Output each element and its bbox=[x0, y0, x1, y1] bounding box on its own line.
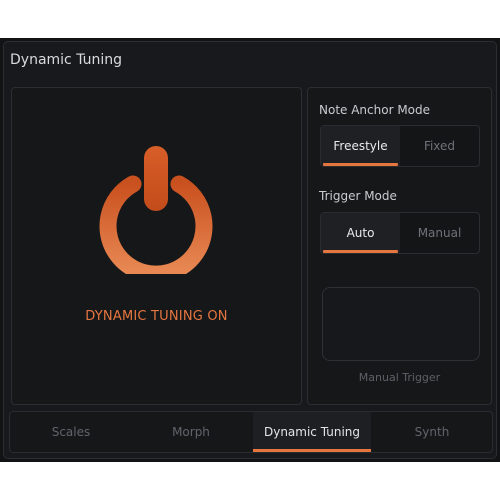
trigger-manual-button[interactable]: Manual bbox=[400, 213, 479, 253]
trigger-mode-toggle: Auto Manual bbox=[320, 212, 480, 254]
dynamic-tuning-window: Dynamic Tuning DYNAMIC TUNING ON Note An… bbox=[3, 41, 497, 459]
tab-morph[interactable]: Morph bbox=[132, 412, 250, 452]
mode-panel: Note Anchor Mode Freestyle Fixed Trigger… bbox=[307, 87, 492, 405]
note-anchor-fixed-button[interactable]: Fixed bbox=[400, 126, 479, 166]
tab-synth[interactable]: Synth bbox=[373, 412, 491, 452]
power-panel: DYNAMIC TUNING ON bbox=[11, 87, 302, 405]
window-title: Dynamic Tuning bbox=[10, 52, 123, 68]
app-frame: Dynamic Tuning DYNAMIC TUNING ON Note An… bbox=[0, 38, 500, 462]
manual-trigger-pad[interactable] bbox=[322, 287, 480, 361]
tab-dynamic-tuning[interactable]: Dynamic Tuning bbox=[253, 412, 371, 452]
trigger-auto-button[interactable]: Auto bbox=[321, 213, 400, 253]
power-icon[interactable] bbox=[96, 144, 216, 274]
tuning-status-text: DYNAMIC TUNING ON bbox=[85, 309, 228, 324]
tab-scales[interactable]: Scales bbox=[12, 412, 130, 452]
manual-trigger-label: Manual Trigger bbox=[358, 371, 441, 384]
trigger-mode-label: Trigger Mode bbox=[319, 189, 397, 203]
note-anchor-mode-toggle: Freestyle Fixed bbox=[320, 125, 480, 167]
note-anchor-mode-label: Note Anchor Mode bbox=[319, 103, 431, 117]
note-anchor-freestyle-button[interactable]: Freestyle bbox=[321, 126, 400, 166]
bottom-tab-bar: Scales Morph Dynamic Tuning Synth bbox=[9, 411, 493, 453]
